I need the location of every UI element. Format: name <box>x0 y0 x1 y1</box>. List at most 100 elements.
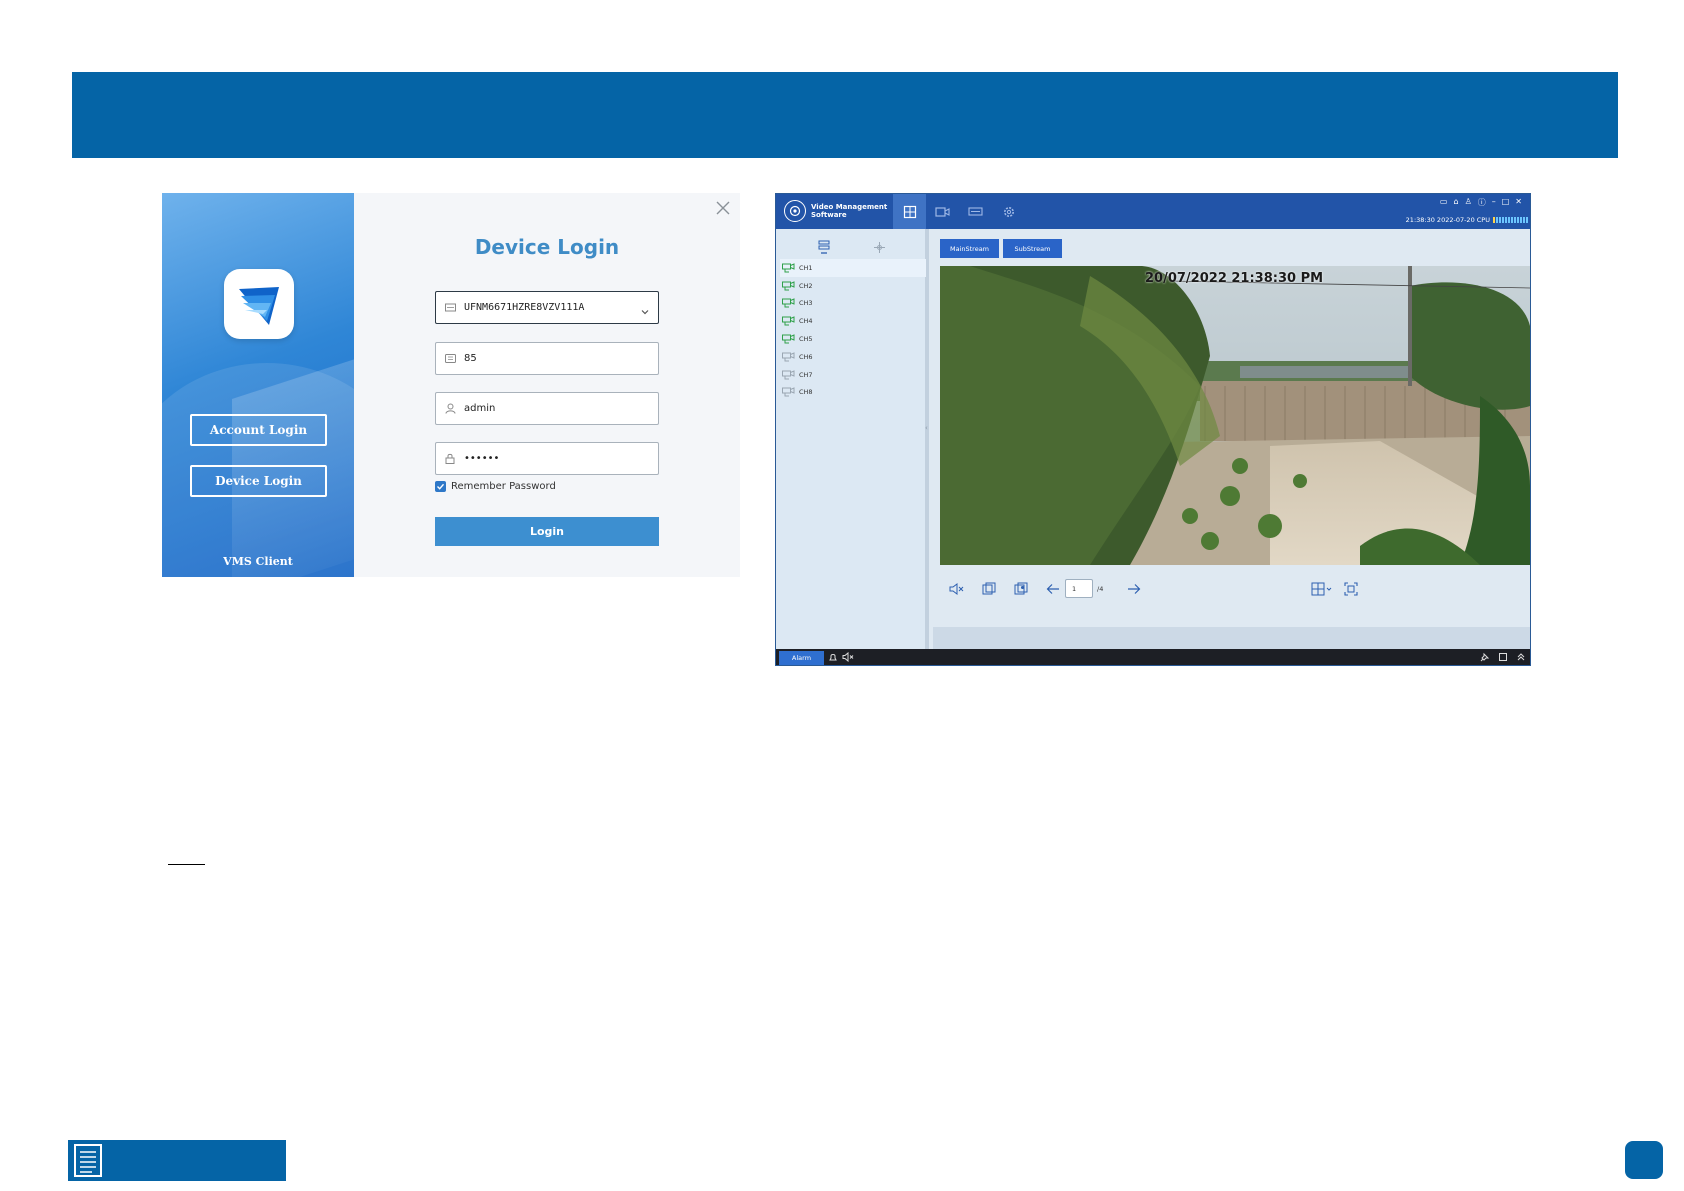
bell-icon <box>829 654 837 661</box>
lock-icon <box>444 453 456 465</box>
window-icon <box>1499 653 1507 661</box>
vms-live-view-window: Video Management Software ▭ ⌂ ♙ ⓘ – □ ✕ … <box>775 193 1531 666</box>
document-icon[interactable] <box>72 1143 104 1178</box>
page-total: /4 <box>1097 585 1104 593</box>
channel-item[interactable]: CH8 <box>780 384 926 402</box>
bottom-strip <box>933 627 1530 649</box>
channel-item[interactable]: CH6 <box>780 348 926 366</box>
garden-scene-image <box>940 266 1530 565</box>
app-name-line1: Video Management <box>811 203 888 211</box>
channel-label: CH3 <box>799 299 813 308</box>
snapshot-icon[interactable] <box>980 580 998 598</box>
channel-label: CH2 <box>799 281 813 290</box>
channel-label: CH1 <box>799 263 813 272</box>
vms-header: Video Management Software ▭ ⌂ ♙ ⓘ – □ ✕ … <box>776 194 1530 229</box>
mute-icon[interactable] <box>948 580 966 598</box>
login-form-panel: Device Login UFNM6671HZRE8VZV111A 85 adm… <box>354 193 740 577</box>
account-login-button[interactable]: Account Login <box>190 414 327 446</box>
mute-icon <box>842 652 854 662</box>
gear-icon <box>1003 206 1014 217</box>
camera-video-feed[interactable]: 20/07/2022 21:38:30 PM <box>940 266 1530 565</box>
login-button[interactable]: Login <box>435 517 659 546</box>
device-icon <box>444 302 456 314</box>
channel-label: CH7 <box>799 370 813 379</box>
vms-brand: Video Management Software <box>784 200 887 222</box>
window-controls: ▭ ⌂ ♙ ⓘ – □ ✕ <box>1440 197 1522 208</box>
cpu-meter <box>1493 217 1528 223</box>
info-icon[interactable]: ⓘ <box>1478 197 1486 208</box>
minimize-icon[interactable]: – <box>1492 197 1496 208</box>
channel-sidebar: CH1 CH2 CH3 CH4 CH5 CH6 CH7 CH8 ‹ <box>776 229 929 649</box>
device-list-icon[interactable] <box>818 239 830 258</box>
record-icon[interactable] <box>1012 580 1030 598</box>
channel-item[interactable]: CH7 <box>780 366 926 384</box>
tab-settings[interactable] <box>992 194 1025 229</box>
tab-live-view[interactable] <box>893 194 926 229</box>
channel-item[interactable]: CH2 <box>780 277 926 295</box>
vms-client-label: VMS Client <box>223 555 293 568</box>
port-value: 85 <box>464 353 477 364</box>
page-number-badge <box>1625 1141 1663 1179</box>
status-right-icons <box>1480 652 1526 662</box>
page-title: Device Login <box>474 235 620 259</box>
channel-item[interactable]: CH4 <box>780 312 926 330</box>
camera-channel-icon <box>782 387 795 397</box>
device-login-button[interactable]: Device Login <box>190 465 327 497</box>
camera-channel-icon <box>782 334 795 344</box>
manual-page: Account Login Device Login VMS Client De… <box>0 0 1684 1191</box>
close-icon[interactable]: ✕ <box>1515 197 1522 208</box>
device-login-dialog: Account Login Device Login VMS Client De… <box>162 193 740 577</box>
username-field[interactable]: admin <box>435 392 659 425</box>
status-icons <box>828 652 854 662</box>
username-value: admin <box>464 403 496 414</box>
camera-channel-icon <box>782 263 795 273</box>
chevron-down-icon[interactable] <box>640 302 650 321</box>
substream-button[interactable]: SubStream <box>1003 239 1062 258</box>
channel-item[interactable]: CH3 <box>780 295 926 313</box>
device-id-value: UFNM6671HZRE8VZV111A <box>464 302 585 313</box>
app-name-line2: Software <box>811 211 847 219</box>
channel-label: CH5 <box>799 335 813 344</box>
tab-device-manager[interactable] <box>959 194 992 229</box>
ptz-icon[interactable] <box>873 239 886 258</box>
collapse-handle-icon[interactable]: ‹ <box>925 424 928 432</box>
password-field[interactable]: •••••• <box>435 442 659 475</box>
channel-list: CH1 CH2 CH3 CH4 CH5 CH6 CH7 CH8 <box>780 259 926 401</box>
page-number-input[interactable]: 1 <box>1065 579 1093 598</box>
arrow-right-icon[interactable] <box>1125 580 1143 598</box>
close-icon[interactable] <box>714 199 732 217</box>
footer-bar[interactable] <box>68 1140 286 1181</box>
channel-item[interactable]: CH5 <box>780 330 926 348</box>
device-id-field[interactable]: UFNM6671HZRE8VZV111A <box>435 291 659 324</box>
dvr-icon <box>968 207 983 216</box>
maximize-icon[interactable]: □ <box>1502 197 1510 208</box>
password-value: •••••• <box>464 453 500 464</box>
layout-split-icon[interactable] <box>1310 580 1334 598</box>
port-field[interactable]: 85 <box>435 342 659 375</box>
remember-checkbox[interactable] <box>435 481 446 492</box>
camera-icon <box>935 206 950 217</box>
fullscreen-icon[interactable] <box>1342 580 1360 598</box>
channel-item[interactable]: CH1 <box>780 259 926 277</box>
camera-channel-icon <box>782 280 795 291</box>
camera-channel-icon <box>782 352 795 362</box>
user-icon[interactable]: ♙ <box>1465 197 1472 208</box>
mainstream-button[interactable]: MainStream <box>940 239 999 258</box>
arrow-left-icon[interactable] <box>1044 580 1062 598</box>
remember-label: Remember Password <box>451 481 556 492</box>
channel-label: CH6 <box>799 352 813 361</box>
lock-icon[interactable]: ⌂ <box>1453 197 1458 208</box>
alarm-button[interactable]: Alarm <box>779 651 824 665</box>
vms-logo-icon <box>784 200 806 222</box>
monitor-icon[interactable]: ▭ <box>1440 197 1448 208</box>
live-view-area: MainStream SubStream 20/07/2022 21:38:30… <box>933 229 1530 649</box>
tab-playback[interactable] <box>926 194 959 229</box>
camera-channel-icon <box>782 369 795 380</box>
remember-password[interactable]: Remember Password <box>435 481 556 492</box>
channel-label: CH4 <box>799 317 813 326</box>
clock-text: 21:38:30 2022-07-20 CPU <box>1405 216 1490 224</box>
login-side-panel: Account Login Device Login VMS Client <box>162 193 354 577</box>
header-banner <box>72 72 1618 158</box>
channel-label: CH8 <box>799 388 813 397</box>
grid-icon <box>903 205 916 218</box>
